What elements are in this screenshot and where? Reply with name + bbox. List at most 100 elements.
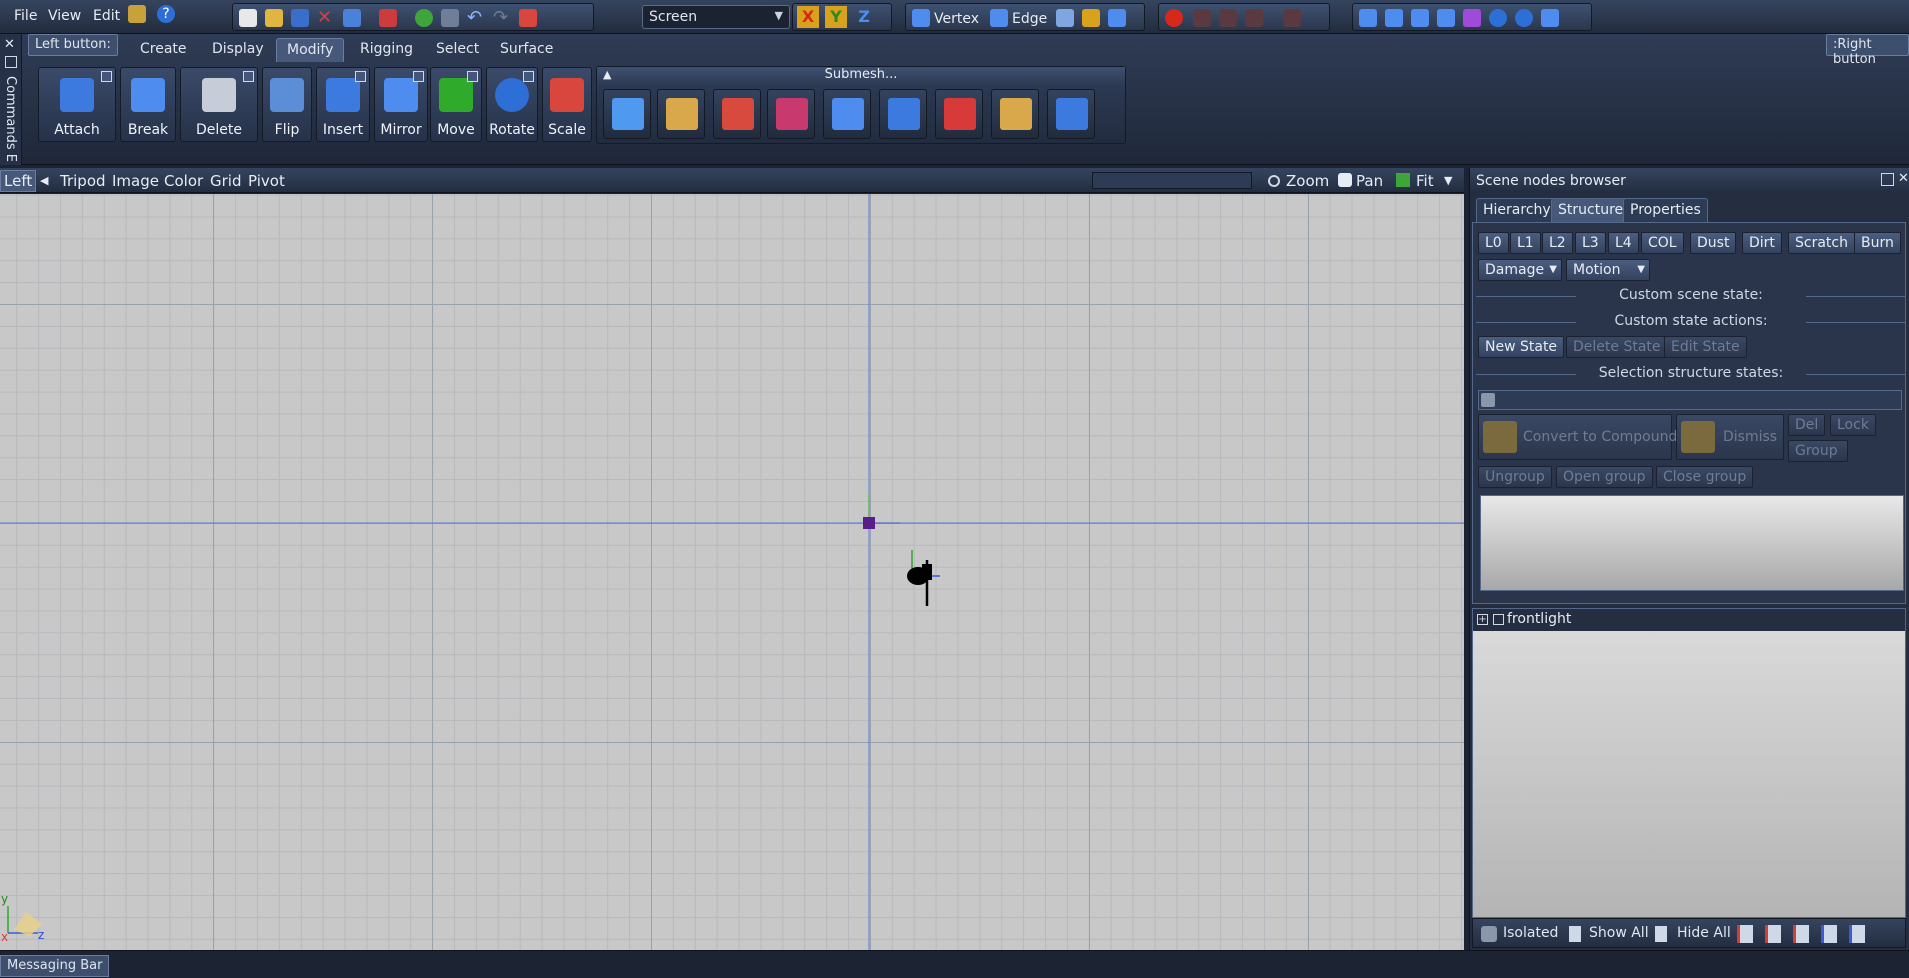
pan-button[interactable]: Pan [1356, 172, 1383, 190]
menu-tripod[interactable]: Tripod [60, 172, 106, 190]
chevron-left-icon[interactable]: ◀ [40, 174, 48, 187]
viewport-display-toggles[interactable] [1092, 172, 1252, 189]
edit-state-button[interactable]: Edit State [1664, 336, 1747, 358]
camera-icon[interactable] [1541, 9, 1559, 27]
move-tool-button[interactable]: Move [430, 67, 482, 142]
close-file-icon[interactable]: ✕ [317, 9, 335, 27]
tool-options-icon[interactable] [413, 71, 424, 82]
tab-surface[interactable]: Surface [490, 38, 563, 62]
save-icon[interactable] [291, 9, 309, 27]
close-group-button[interactable]: Close group [1656, 466, 1754, 488]
menu-view[interactable]: View [48, 8, 81, 24]
fit-button[interactable]: Fit [1416, 172, 1434, 190]
viewport-canvas[interactable]: y x z [0, 194, 1464, 950]
grid-toggle-icon[interactable] [441, 9, 459, 27]
tab-properties[interactable]: Properties [1623, 198, 1708, 222]
ungroup-button[interactable]: Ungroup [1478, 466, 1552, 488]
dirt-button[interactable]: Dirt [1742, 232, 1782, 254]
tool-options-icon[interactable] [523, 71, 534, 82]
submesh-tool-7[interactable] [935, 89, 983, 139]
plane-icon[interactable] [1359, 9, 1377, 27]
menu-file[interactable]: File [14, 8, 37, 24]
tree-tool-2-icon[interactable] [1765, 925, 1781, 943]
sphere-icon[interactable] [1489, 9, 1507, 27]
dismiss-button[interactable]: Dismiss [1676, 414, 1784, 460]
object-mode-icon[interactable] [1082, 9, 1100, 27]
box-icon[interactable] [1411, 9, 1429, 27]
mirror-tool-button[interactable]: Mirror [374, 67, 428, 142]
lock-button[interactable]: Lock [1830, 414, 1876, 436]
structure-state-field[interactable] [1478, 390, 1902, 410]
scratch-button[interactable]: Scratch [1788, 232, 1855, 254]
lod-l4-button[interactable]: L4 [1608, 232, 1639, 254]
col-button[interactable]: COL [1641, 232, 1684, 254]
undo-icon[interactable]: ↶ [467, 9, 485, 27]
visibility-checkbox[interactable] [1493, 614, 1504, 625]
hide-all-button[interactable]: Hide All [1677, 925, 1731, 941]
axis-z-toggle[interactable]: Z [853, 6, 875, 28]
tree-tool-3-icon[interactable] [1793, 925, 1809, 943]
lod-l0-button[interactable]: L0 [1478, 232, 1509, 254]
menu-pivot[interactable]: Pivot [248, 172, 285, 190]
submesh-tool-6[interactable] [879, 89, 927, 139]
zoom-button[interactable]: Zoom [1286, 172, 1329, 190]
insert-tool-button[interactable]: Insert [316, 67, 370, 142]
view-name[interactable]: Left [0, 170, 37, 192]
edge-mode-button[interactable]: Edge [1012, 11, 1047, 27]
tab-rigging[interactable]: Rigging [350, 38, 423, 62]
pin-icon[interactable] [5, 56, 17, 68]
submesh-tool-3[interactable] [713, 89, 761, 139]
import-icon[interactable] [343, 9, 361, 27]
submesh-tool-4[interactable] [767, 89, 815, 139]
messaging-bar-tab[interactable]: Messaging Bar [0, 955, 110, 977]
skeleton-icon[interactable] [1463, 9, 1481, 27]
tab-hierarchy[interactable]: Hierarchy [1476, 198, 1558, 222]
settings-icon[interactable] [128, 5, 146, 23]
delete-tool-button[interactable]: Delete [180, 67, 258, 142]
isolated-button[interactable]: Isolated [1503, 925, 1558, 941]
close-icon[interactable]: ✕ [1898, 171, 1909, 186]
axis-y-toggle[interactable]: Y [825, 6, 847, 28]
element-mode-icon[interactable] [1108, 9, 1126, 27]
tool-options-icon[interactable] [101, 71, 112, 82]
burn-button[interactable]: Burn [1854, 232, 1901, 254]
redo-icon[interactable]: ↷ [493, 9, 511, 27]
menu-edit[interactable]: Edit [93, 8, 120, 24]
coord-space-select[interactable]: Screen ▼ [642, 5, 790, 29]
group-button[interactable]: Group [1788, 440, 1848, 462]
light-gizmo[interactable] [907, 550, 940, 606]
submesh-tool-1[interactable] [603, 89, 651, 139]
tab-modify[interactable]: Modify [276, 38, 345, 62]
submesh-tool-2[interactable] [657, 89, 705, 139]
tree-tool-5-icon[interactable] [1849, 925, 1865, 943]
face-mode-icon[interactable] [1056, 9, 1074, 27]
submesh-header[interactable]: ▲ Submesh... [597, 67, 1125, 85]
render-icon[interactable] [415, 9, 433, 27]
del-button[interactable]: Del [1788, 414, 1826, 436]
flip-tool-button[interactable]: Flip [262, 67, 312, 142]
snap-vertex-icon[interactable] [1219, 9, 1237, 27]
lod-l3-button[interactable]: L3 [1575, 232, 1606, 254]
submesh-tool-9[interactable] [1047, 89, 1095, 139]
new-state-button[interactable]: New State [1478, 336, 1565, 358]
attach-tool-button[interactable]: Attach [38, 67, 116, 142]
export-icon[interactable] [379, 9, 397, 27]
magnet-icon[interactable] [1165, 9, 1183, 27]
chevron-down-icon[interactable]: ▼ [1444, 174, 1452, 187]
open-group-button[interactable]: Open group [1556, 466, 1653, 488]
tab-create[interactable]: Create [130, 38, 197, 62]
tree-tool-1-icon[interactable] [1737, 925, 1753, 943]
dust-button[interactable]: Dust [1690, 232, 1737, 254]
axis-x-toggle[interactable]: X [797, 6, 819, 28]
torus-icon[interactable] [1515, 9, 1533, 27]
show-all-button[interactable]: Show All [1589, 925, 1649, 941]
tree-item-label[interactable]: frontlight [1507, 611, 1571, 627]
submesh-tool-5[interactable] [823, 89, 871, 139]
snap-edge-icon[interactable] [1245, 9, 1263, 27]
pivot-marker[interactable] [863, 517, 875, 529]
menu-color[interactable]: Color [164, 172, 203, 190]
expand-icon[interactable]: + [1477, 614, 1488, 625]
delete-state-button[interactable]: Delete State [1566, 336, 1668, 358]
snap-face-icon[interactable] [1283, 9, 1301, 27]
tree-row[interactable]: + frontlight [1473, 609, 1905, 631]
